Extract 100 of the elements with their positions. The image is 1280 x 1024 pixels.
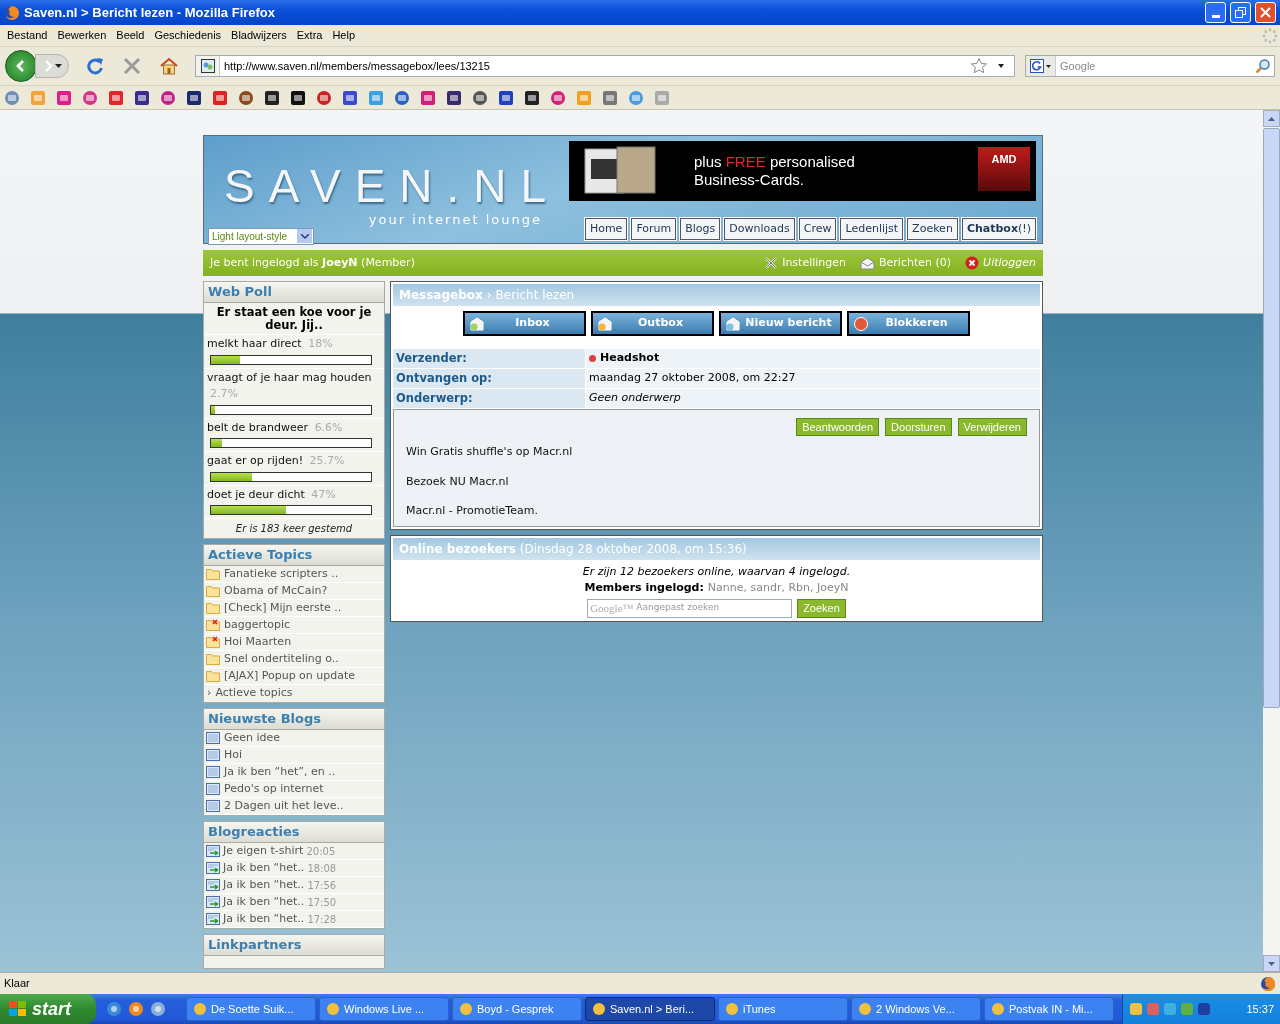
reaction-link[interactable]: Ja ik ben “het..: [223, 910, 305, 928]
search-engine-icon: [1030, 59, 1044, 73]
blog-link[interactable]: Geen idee: [224, 729, 281, 747]
folder-icon: [206, 670, 220, 682]
bookmark-icon[interactable]: [472, 89, 488, 106]
app-icon: [326, 1002, 340, 1016]
online-summary: Er zijn 12 bezoekers online, waarvan 4 ingelogd.: [582, 563, 851, 580]
minimize-button[interactable]: [1205, 2, 1226, 23]
nav-button[interactable]: Zoeken: [907, 218, 958, 240]
search-field[interactable]: Google: [1025, 55, 1275, 77]
restore-button[interactable]: [1230, 2, 1251, 23]
blog-link[interactable]: Hoi: [224, 746, 243, 764]
menu-item[interactable]: Help: [327, 27, 361, 44]
taskbar-button[interactable]: Saven.nl > Beri...: [585, 997, 715, 1021]
taskbar-button[interactable]: Postvak IN - Mi...: [984, 997, 1114, 1021]
scroll-thumb[interactable]: [1263, 128, 1280, 708]
scrollbar[interactable]: [1263, 110, 1280, 972]
field-label: Ontvangen op:: [393, 369, 585, 388]
login-status: Je bent ingelogd als JoeyN (Member): [210, 254, 416, 271]
topic-link[interactable]: Fanatieke scripters ..: [224, 565, 339, 583]
close-icon: [965, 256, 980, 270]
topic-link[interactable]: baggertopic: [224, 616, 291, 634]
bookmark-icon[interactable]: [498, 89, 514, 106]
layout-style-select[interactable]: Light layout-style: [208, 227, 314, 245]
bookmark-icon[interactable]: [446, 89, 462, 106]
blog-link[interactable]: Pedo's op internet: [224, 780, 324, 798]
poll-option: vraagt of je haar mag houden 2.7%: [207, 370, 372, 400]
stop-icon[interactable]: [123, 57, 141, 75]
app-icon: [459, 1002, 473, 1016]
menu-item[interactable]: Geschiedenis: [149, 27, 227, 44]
scroll-up-icon: [1268, 116, 1275, 121]
reaction-link[interactable]: Ja ik ben “het..: [223, 859, 305, 877]
windows-logo-icon: [8, 1000, 28, 1018]
reaction-link[interactable]: Ja ik ben “het..: [223, 893, 305, 911]
nav-button[interactable]: Home: [584, 218, 628, 240]
google-logo: Google™: [590, 600, 634, 616]
folder-icon: [206, 585, 220, 597]
taskbar-button[interactable]: Windows Live ...: [319, 997, 449, 1021]
field-value: Headshot: [586, 349, 1040, 368]
tray-icon[interactable]: [1129, 1002, 1143, 1016]
topic-link[interactable]: [AJAX] Popup on update: [224, 667, 356, 685]
taskbar-button[interactable]: iTunes: [718, 997, 848, 1021]
bookmark-icon[interactable]: [186, 89, 202, 106]
reaction-link[interactable]: Ja ik ben “het..: [223, 876, 305, 894]
poll-question: Er staat een koe voor je deur. Jij..: [204, 303, 384, 335]
nav-button[interactable]: Chatbox(!): [961, 218, 1036, 240]
taskbar-button[interactable]: De Soette Suik...: [186, 997, 316, 1021]
nav-button[interactable]: Forum: [631, 218, 677, 240]
reaction-time: 20:05: [306, 844, 336, 859]
quick-launch-icon[interactable]: [128, 1001, 144, 1017]
more-link[interactable]: Actieve topics: [215, 685, 293, 702]
reaction-link[interactable]: Je eigen t-shirt: [223, 842, 304, 860]
caret-icon: [1046, 64, 1051, 68]
bookmark-icon[interactable]: [134, 89, 150, 106]
nav-button[interactable]: Ledenlijst: [840, 218, 904, 240]
taskbar-button[interactable]: 2 Windows Ve...: [851, 997, 981, 1021]
menu-item[interactable]: Extra: [291, 27, 328, 44]
app-icon: [725, 1002, 739, 1016]
blog-link[interactable]: Ja ik ben “het”, en ..: [224, 763, 336, 781]
menu-item[interactable]: Bewerken: [52, 27, 112, 44]
start-button[interactable]: start: [0, 994, 96, 1024]
ad-banner[interactable]: plus FREE personalised Business-Cards. AMD: [569, 141, 1036, 201]
blog-link[interactable]: 2 Dagen uit het leve..: [224, 797, 344, 815]
star-icon[interactable]: [970, 57, 988, 75]
quick-launch-icon[interactable]: [150, 1001, 166, 1017]
folder-icon: [206, 602, 220, 614]
bookmark-icon[interactable]: [264, 89, 280, 106]
search-icon[interactable]: [1255, 58, 1271, 74]
menu-item[interactable]: Beeld: [111, 27, 150, 44]
menu-item[interactable]: Bestand: [2, 27, 53, 44]
dropdown-icon[interactable]: [998, 64, 1004, 68]
bookmark-icon[interactable]: [524, 89, 540, 106]
reload-icon[interactable]: [85, 56, 105, 76]
close-icon: [1260, 7, 1271, 18]
search-input[interactable]: Google: [1056, 57, 1255, 75]
folder-icon: [206, 568, 220, 580]
home-icon[interactable]: [159, 57, 179, 75]
taskbar-button[interactable]: Boyd - Gesprek: [452, 997, 582, 1021]
dropdown-icon: [300, 233, 309, 239]
document-icon: [206, 783, 220, 795]
tray-icon[interactable]: [1197, 1002, 1211, 1016]
site-tagline: your internet lounge: [368, 211, 543, 229]
reaction-time: 17:28: [307, 912, 337, 927]
menu-item[interactable]: Bladwijzers: [226, 27, 292, 44]
bookmark-icon[interactable]: [290, 89, 306, 106]
topic-link[interactable]: Snel ondertiteling o..: [224, 650, 339, 668]
address-field[interactable]: http://www.saven.nl/members/messagebox/lees/13215: [195, 55, 1015, 77]
topic-link[interactable]: Hoi Maarten: [224, 633, 292, 651]
nav-button[interactable]: Downloads: [724, 218, 795, 240]
field-value: Geen onderwerp: [586, 389, 1040, 408]
message-line: Macr.nl - PromotieTeam.: [406, 503, 539, 519]
quick-launch-icon[interactable]: [106, 1001, 122, 1017]
nav-button[interactable]: Crew: [798, 218, 837, 240]
close-button[interactable]: [1255, 2, 1276, 23]
back-button[interactable]: [5, 50, 37, 82]
nav-button[interactable]: Blogs: [680, 218, 721, 240]
google-search-input[interactable]: Aangepast zoeken: [636, 601, 790, 615]
topic-link[interactable]: Obama of McCain?: [224, 582, 328, 600]
topic-link[interactable]: [Check] Mijn eerste ..: [224, 599, 342, 617]
document-icon: [206, 732, 220, 744]
